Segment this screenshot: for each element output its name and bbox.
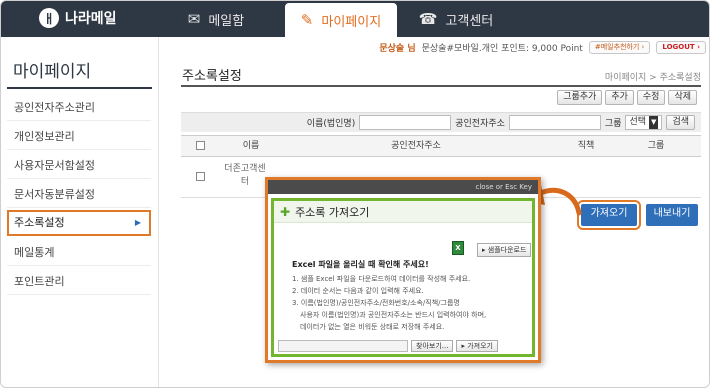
sidebar-item-user-folders[interactable]: 사용자문서함설정: [7, 153, 151, 179]
modal-panel: ✚ 주소록 가져오기 X ▸ 샘플다운로드 Excel 파일을 올리실 때 확인…: [271, 198, 535, 357]
nav-tab-mailbox[interactable]: ✉ 메일함: [147, 1, 285, 37]
column-group: 그룹: [647, 141, 665, 151]
instruction-line: 사용자 이름(법인명)과 공인전자주소는 반드시 입력하여야 하며,: [300, 311, 487, 319]
close-text[interactable]: close or Esc Key: [476, 183, 532, 191]
name-label: 이름(법인명): [306, 119, 356, 129]
excel-file-icon: X: [452, 241, 464, 255]
pencil-icon: ✎: [300, 11, 314, 29]
row-checkbox[interactable]: [193, 172, 207, 182]
row-name: 더존고객센터: [224, 164, 266, 187]
sidebar-item-auto-classify[interactable]: 문서자동분류설정: [7, 182, 151, 208]
sample-download-label: 샘플다운로드: [487, 246, 527, 254]
logo-icon: ㅐ: [39, 8, 59, 28]
search-bar: 이름(법인명) 공인전자주소 그룹 선택 ▼ 검색: [181, 112, 701, 132]
sidebar-item-personal-info[interactable]: 개인정보관리: [7, 124, 151, 150]
sidebar-divider: [7, 87, 152, 89]
import-button[interactable]: 가져오기: [577, 200, 641, 230]
instruction-line: 2. 데이터 순서는 다음과 같이 입력해 주세요.: [292, 287, 424, 295]
sidebar-item-mail-stats[interactable]: 메일통계: [7, 240, 151, 266]
delete-button[interactable]: 삭제: [668, 90, 697, 105]
name-input[interactable]: [359, 115, 452, 130]
instruction-title: Excel 파일을 올리실 때 확인해 주세요!: [292, 260, 429, 269]
nav-tab-support[interactable]: ☎ 고객센터: [397, 1, 515, 37]
page-title: 주소록설정: [182, 69, 242, 84]
sample-download-button[interactable]: ▸ 샘플다운로드: [477, 243, 532, 257]
plus-icon: ✚: [280, 204, 291, 219]
top-navigation: ㅐ 나라메일 ✉ 메일함 ✎ 마이페이지 ☎ 고객센터: [1, 1, 709, 37]
sidebar-item-label: 포인트관리: [14, 275, 65, 288]
sidebar-item-label: 공인전자주소관리: [14, 101, 95, 114]
logout-button[interactable]: LOGOUT ›: [656, 40, 706, 54]
modal-header: ✚ 주소록 가져오기: [274, 201, 532, 223]
sidebar-item-address-book[interactable]: 주소록설정 ▶: [7, 210, 151, 236]
modal-import-button[interactable]: ▸ 가져오기: [456, 339, 498, 352]
column-address: 공인전자주소: [391, 141, 441, 151]
select-all-checkbox[interactable]: [193, 136, 207, 157]
edit-button[interactable]: 수정: [636, 90, 666, 105]
table-header: 이름 공인전자주소 직책 그룹: [181, 135, 701, 157]
app-frame: ㅐ 나라메일 ✉ 메일함 ✎ 마이페이지 ☎ 고객센터 문상술 님 문상술#모바…: [0, 0, 710, 388]
brand-name: 나라메일: [65, 11, 117, 27]
add-button[interactable]: 추가: [605, 90, 634, 105]
nav-tab-label: 메일함: [208, 13, 245, 29]
recommend-mail-button[interactable]: #메일추천하기 ›: [588, 40, 651, 54]
group-select-value: 선택: [629, 117, 647, 127]
export-button[interactable]: 내보내기: [646, 204, 698, 226]
address-label: 공인전자주소: [455, 119, 505, 129]
nav-tab-mypage[interactable]: ✎ 마이페이지: [285, 3, 397, 37]
sidebar-item-label: 메일통계: [14, 246, 55, 259]
brand-logo[interactable]: ㅐ 나라메일: [39, 8, 117, 28]
import-modal: close or Esc Key ✚ 주소록 가져오기 X ▸ 샘플다운로드 E…: [265, 177, 541, 363]
sidebar-item-label: 문서자동분류설정: [14, 188, 95, 201]
user-name: 문상술 님: [379, 43, 416, 54]
user-points: 문상술#모바일.개인 포인트: 9,000 Point: [421, 43, 583, 54]
user-info-bar: 문상술 님 문상술#모바일.개인 포인트: 9,000 Point #메일추천하…: [161, 39, 706, 55]
title-divider: [181, 85, 701, 87]
nav-tab-label: 마이페이지: [321, 14, 382, 30]
modal-close-bar[interactable]: close or Esc Key: [268, 180, 538, 194]
sidebar-item-certified-address[interactable]: 공인전자주소관리: [7, 95, 151, 121]
sidebar-title: 마이페이지: [13, 62, 92, 82]
modal-title: 주소록 가져오기: [295, 205, 370, 219]
file-path-field[interactable]: [278, 339, 408, 352]
add-group-button[interactable]: 그룹추가: [557, 90, 603, 105]
column-name: 이름: [242, 141, 260, 151]
search-button[interactable]: 검색: [666, 115, 695, 130]
nav-tab-label: 고객센터: [445, 13, 494, 29]
breadcrumb: 마이페이지 > 주소록설정: [604, 73, 701, 83]
chevron-down-icon: ▼: [649, 116, 659, 129]
browse-button[interactable]: 찾아보기...: [411, 339, 454, 352]
instruction-list: 1. 샘플 Excel 파일을 다운로드하여 데이터를 작성해 주세요. 2. …: [292, 273, 527, 333]
action-toolbar: 그룹추가 추가 수정 삭제: [557, 90, 697, 105]
sidebar-item-label: 주소록설정: [14, 216, 65, 229]
arrow-right-icon: ▶: [134, 218, 141, 227]
file-upload-row: 찾아보기... ▸ 가져오기: [278, 338, 532, 353]
instruction-line: 데이터가 없는 열은 비워둔 상태로 저장해 주세요.: [300, 323, 445, 331]
modal-import-label: 가져오기: [467, 341, 493, 350]
group-label: 그룹: [604, 119, 622, 129]
sidebar-item-label: 개인정보관리: [14, 130, 75, 143]
instruction-line: 3. 이름(법인명)/공인전자주소/전화번호/소속/직책/그룹명: [292, 299, 460, 307]
sidebar-item-label: 사용자문서함설정: [14, 159, 95, 172]
envelope-icon: ✉: [187, 10, 201, 28]
group-select[interactable]: 선택 ▼: [625, 115, 663, 130]
phone-icon: ☎: [418, 10, 438, 28]
instruction-line: 1. 샘플 Excel 파일을 다운로드하여 데이터를 작성해 주세요.: [292, 275, 471, 283]
sidebar-item-points[interactable]: 포인트관리: [7, 269, 151, 295]
address-input[interactable]: [508, 115, 601, 130]
sidebar: 마이페이지 공인전자주소관리 개인정보관리 사용자문서함설정 문서자동분류설정 …: [1, 37, 159, 387]
column-position: 직책: [577, 141, 595, 151]
